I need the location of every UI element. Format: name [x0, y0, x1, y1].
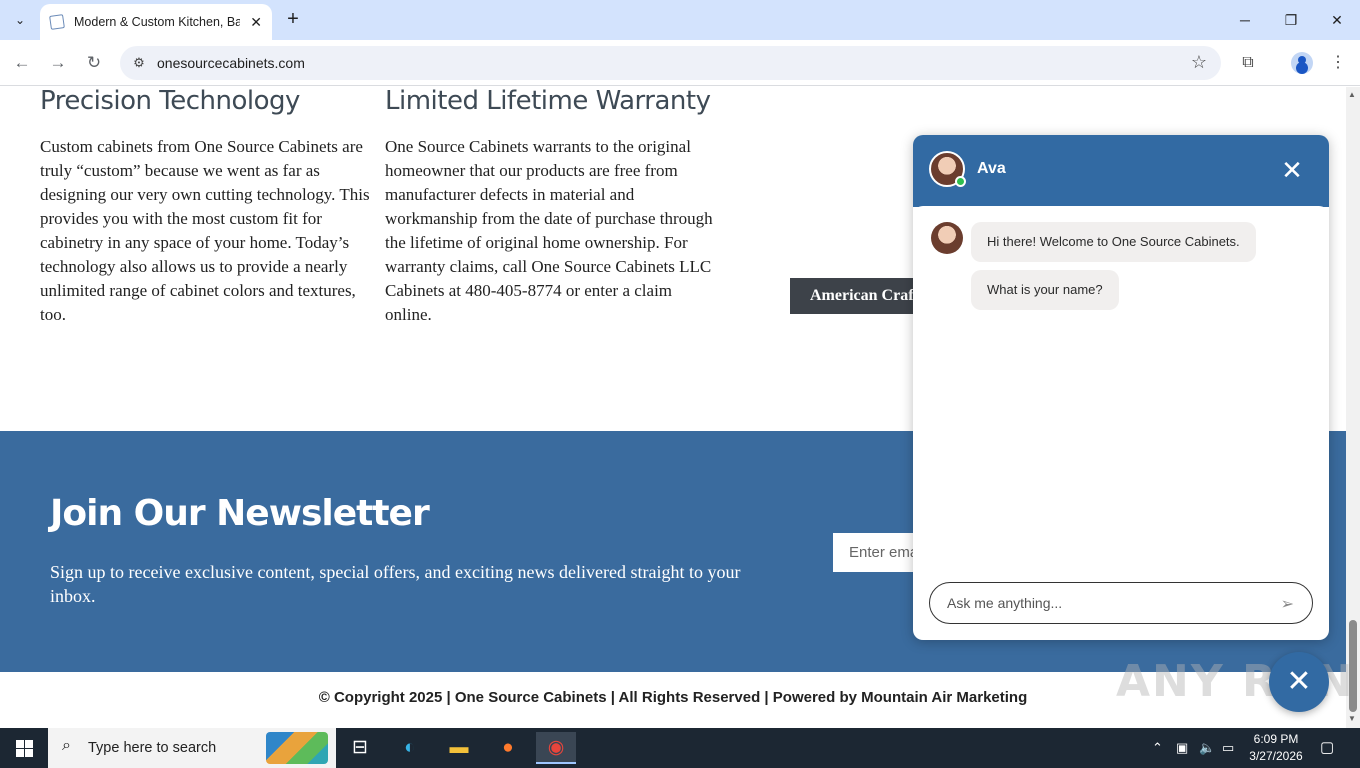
agent-name: Ava: [977, 160, 1006, 177]
chat-message: Hi there! Welcome to One Source Cabinets…: [971, 222, 1256, 262]
chrome-icon[interactable]: ◉: [536, 732, 576, 764]
address-bar[interactable]: ⚙ onesourcecabinets.com ☆: [120, 46, 1221, 80]
tab-close-icon[interactable]: ✕: [250, 14, 262, 31]
task-view-icon[interactable]: ⊟: [340, 732, 380, 764]
clock-date: 3/27/2026: [1249, 749, 1303, 763]
scroll-up-icon[interactable]: ▲: [1348, 90, 1356, 99]
newsletter-text: Sign up to receive exclusive content, sp…: [50, 562, 741, 606]
tab-title: Modern & Custom Kitchen, Bath: [74, 15, 240, 29]
send-icon[interactable]: ➢: [1281, 594, 1294, 614]
notification-icon[interactable]: ▢: [1320, 738, 1334, 756]
tray-chevron-icon[interactable]: ⌃: [1152, 740, 1163, 756]
chat-input[interactable]: Ask me anything... ➢: [929, 582, 1313, 624]
site-info-icon[interactable]: ⚙: [130, 54, 148, 72]
reload-icon[interactable]: ↻: [82, 51, 106, 75]
meet-now-icon[interactable]: ▣: [1176, 740, 1188, 756]
online-status-icon: [955, 176, 966, 187]
message-avatar: [931, 222, 963, 254]
windows-start-icon[interactable]: [0, 728, 48, 768]
chat-toggle-button[interactable]: ✕: [1269, 652, 1329, 712]
agent-avatar: [929, 151, 966, 187]
maximize-button[interactable]: ❐: [1276, 8, 1306, 32]
newsletter-title: Join Our Newsletter: [50, 493, 430, 534]
forward-arrow-icon[interactable]: →: [46, 51, 70, 75]
site-favicon-icon: [49, 14, 65, 30]
clock[interactable]: 6:09 PM 3/27/2026: [1246, 731, 1306, 765]
clock-time: 6:09 PM: [1253, 732, 1299, 746]
new-tab-button[interactable]: +: [282, 8, 304, 32]
chat-header: Ava ✕: [913, 135, 1329, 207]
taskbar-search[interactable]: ⌕ Type here to search: [48, 728, 336, 768]
back-arrow-icon[interactable]: ←: [10, 51, 34, 75]
scroll-down-icon[interactable]: ▼: [1348, 714, 1356, 723]
search-highlight-image: [266, 732, 328, 764]
browser-tab[interactable]: Modern & Custom Kitchen, Bath ✕: [40, 4, 272, 40]
american-craftsmanship-button[interactable]: American Craftsmanship: [790, 278, 930, 314]
network-icon[interactable]: ▭: [1222, 740, 1234, 756]
url-text[interactable]: onesourcecabinets.com: [157, 55, 305, 71]
search-icon: ⌕: [62, 737, 71, 754]
firefox-icon[interactable]: ●: [488, 732, 528, 764]
tab-strip: ⌄ Modern & Custom Kitchen, Bath ✕ + ─ ❐ …: [0, 0, 1360, 40]
taskbar: ⌕ Type here to search ⊟ ◐ ▬ ● ◉ ⌃ ▣ 🔈 ▭ …: [0, 728, 1360, 768]
menu-dots-icon[interactable]: ⋮: [1326, 51, 1350, 75]
search-placeholder[interactable]: Type here to search: [88, 740, 216, 756]
warranty-text: One Source Cabinets warrants to the orig…: [385, 137, 713, 324]
minimize-button[interactable]: ─: [1230, 8, 1260, 32]
copyright-text: © Copyright 2025 | One Source Cabinets |…: [318, 689, 1028, 706]
profile-avatar-icon[interactable]: [1291, 52, 1313, 74]
precision-text: Custom cabinets from One Source Cabinets…: [40, 137, 370, 324]
bookmark-star-icon[interactable]: ☆: [1191, 52, 1207, 73]
browser-toolbar: ← → ↻ ⚙ onesourcecabinets.com ☆ ⧉ ⋮: [0, 40, 1360, 86]
chat-close-icon[interactable]: ✕: [1279, 157, 1305, 183]
chat-messages: Hi there! Welcome to One Source Cabinets…: [913, 206, 1329, 566]
precision-heading: Precision Technology: [40, 87, 300, 116]
tab-search-chevron-icon[interactable]: ⌄: [8, 8, 32, 32]
volume-icon[interactable]: 🔈: [1199, 740, 1215, 756]
chat-message: What is your name?: [971, 270, 1119, 310]
extensions-icon[interactable]: ⧉: [1236, 51, 1260, 75]
file-explorer-icon[interactable]: ▬: [439, 732, 479, 764]
chat-widget: Ava ✕ Hi there! Welcome to One Source Ca…: [913, 135, 1329, 640]
window-close-button[interactable]: ✕: [1322, 8, 1352, 32]
warranty-heading: Limited Lifetime Warranty: [385, 87, 711, 116]
chat-input-placeholder[interactable]: Ask me anything...: [947, 595, 1062, 611]
page-scrollbar[interactable]: ▲ ▼: [1346, 87, 1360, 728]
edge-icon[interactable]: ◐: [390, 732, 430, 764]
